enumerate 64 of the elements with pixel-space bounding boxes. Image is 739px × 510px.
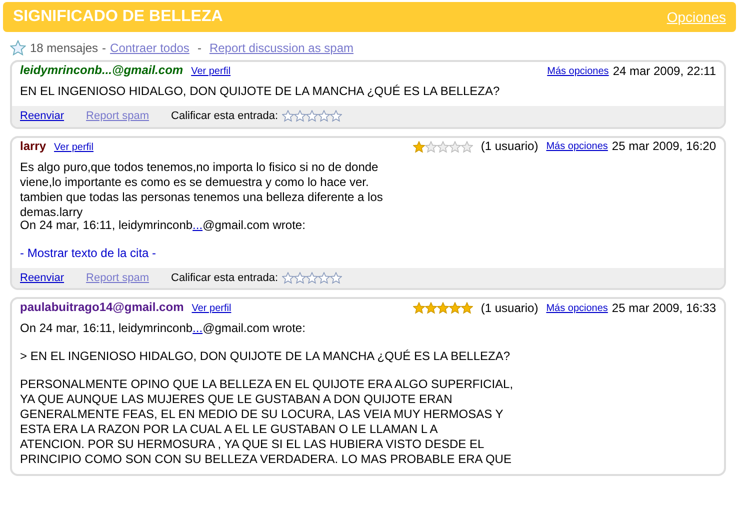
rating-star bbox=[460, 140, 473, 152]
quote-attribution: @gmail.com wrote: bbox=[202, 321, 306, 335]
quote-attribution: @gmail.com wrote: bbox=[202, 218, 306, 232]
rate-star[interactable] bbox=[318, 272, 330, 284]
collapse-all-link[interactable]: Contraer todos bbox=[110, 39, 190, 57]
message-text-line: EN EL INGENIOSO HIDALGO, DON QUIJOTE DE LA MANCHA ¿QUÉ ES LA BELLEZA? bbox=[20, 84, 501, 99]
rating-star bbox=[448, 140, 461, 152]
message-text-line: ESTA ERA LA RAZON POR LA CUAL A EL LE GUSTABAN O LE LLAMAN L A bbox=[20, 422, 439, 437]
message-count: 18 mensajes bbox=[30, 40, 98, 57]
rate-star[interactable] bbox=[306, 272, 318, 284]
message-text-line: viene,lo importante es como es se demuestra y como lo hace ver. bbox=[20, 174, 370, 190]
thread-title: SIGNIFICADO DE BELLEZA bbox=[13, 7, 223, 27]
message-text-line: > EN EL INGENIOSO HIDALGO, DON QUIJOTE DE LA MANCHA ¿QUÉ ES LA BELLEZA? bbox=[20, 349, 512, 364]
quote-attribution: On 24 mar, 16:11, leidymrinconb bbox=[20, 321, 193, 335]
rate-star[interactable] bbox=[330, 272, 342, 284]
message-text-line: GENERALMENTE FEAS, EL EN MEDIO DE SU LOCURA, LAS VEIA MUY HERMOSAS Y bbox=[20, 407, 504, 422]
rating-star bbox=[436, 140, 449, 152]
rate-label: Calificar esta entrada: bbox=[171, 109, 278, 124]
view-profile-link[interactable]: Ver perfil bbox=[192, 301, 232, 316]
post-date: 24 mar 2009, 22:11 bbox=[612, 64, 716, 78]
post-date: 25 mar 2009, 16:33 bbox=[612, 300, 716, 316]
view-profile-link[interactable]: Ver perfil bbox=[191, 64, 231, 79]
rate-star[interactable] bbox=[282, 110, 294, 122]
vote-count: (1 usuario) bbox=[480, 139, 538, 154]
view-profile-link[interactable]: Ver perfil bbox=[54, 140, 94, 154]
rate-star[interactable] bbox=[294, 272, 306, 284]
show-quote-link[interactable]: - Mostrar texto de la cita - bbox=[20, 246, 156, 260]
rate-star[interactable] bbox=[282, 272, 294, 284]
forward-link[interactable]: Reenviar bbox=[20, 270, 64, 286]
post-date: 25 mar 2009, 16:20 bbox=[612, 139, 716, 154]
message-text-line: ATENCION. POR SU HERMOSURA , YA QUE SI EL LAS HUBIERA VISTO DESDE EL bbox=[20, 437, 486, 452]
rating-star bbox=[436, 302, 449, 314]
rate-star[interactable] bbox=[318, 110, 330, 122]
rating-star bbox=[460, 302, 473, 314]
email-expand-link[interactable]: ... bbox=[192, 218, 203, 232]
vote-count: (1 usuario) bbox=[480, 300, 538, 316]
author-name: larry bbox=[20, 138, 46, 154]
more-options-link[interactable]: Más opciones bbox=[546, 139, 608, 154]
report-discussion-link[interactable]: Report discussion as spam bbox=[209, 39, 354, 57]
message-text-line: Es algo puro,que todos tenemos,no importa lo fisico si no de donde bbox=[20, 160, 380, 174]
email-expand-link[interactable]: ... bbox=[192, 321, 203, 335]
rating-star bbox=[412, 302, 425, 314]
message-text-line: PRINCIPIO COMO SON CON SU BELLEZA VERDADERA. LO MAS PROBABLE ERA QUE bbox=[20, 452, 512, 467]
message-text-line: demas.larry bbox=[20, 204, 84, 220]
separator: - bbox=[102, 40, 106, 57]
rating-star bbox=[424, 302, 437, 314]
rate-label: Calificar esta entrada: bbox=[171, 270, 278, 286]
quote-attribution: On 24 mar, 16:11, leidymrinconb bbox=[20, 218, 193, 232]
more-options-link[interactable]: Más opciones bbox=[546, 300, 608, 316]
message-text-line: PERSONALMENTE OPINO QUE LA BELLEZA EN EL QUIJOTE ERA ALGO SUPERFICIAL, bbox=[20, 377, 514, 392]
separator: - bbox=[197, 40, 202, 57]
star-icon[interactable] bbox=[10, 40, 26, 56]
forward-link[interactable]: Reenviar bbox=[20, 108, 64, 124]
rating-star bbox=[424, 140, 437, 152]
author-name: leidymrinconb...@gmail.com bbox=[20, 63, 184, 78]
rating-star bbox=[412, 140, 425, 152]
rate-star[interactable] bbox=[294, 110, 306, 122]
rate-star[interactable] bbox=[306, 110, 318, 122]
rating-star bbox=[448, 302, 461, 314]
message-text-line: tambien que todas las personas tenemos una belleza diferente a los bbox=[20, 190, 384, 204]
message-text-line: YA QUE AUNQUE LAS MUJERES QUE LE GUSTABAN A DON QUIJOTE ERAN bbox=[20, 392, 454, 407]
author-name: paulabuitrago14@gmail.com bbox=[20, 300, 184, 315]
more-options-link[interactable]: Más opciones bbox=[547, 64, 609, 78]
rate-star[interactable] bbox=[330, 110, 342, 122]
